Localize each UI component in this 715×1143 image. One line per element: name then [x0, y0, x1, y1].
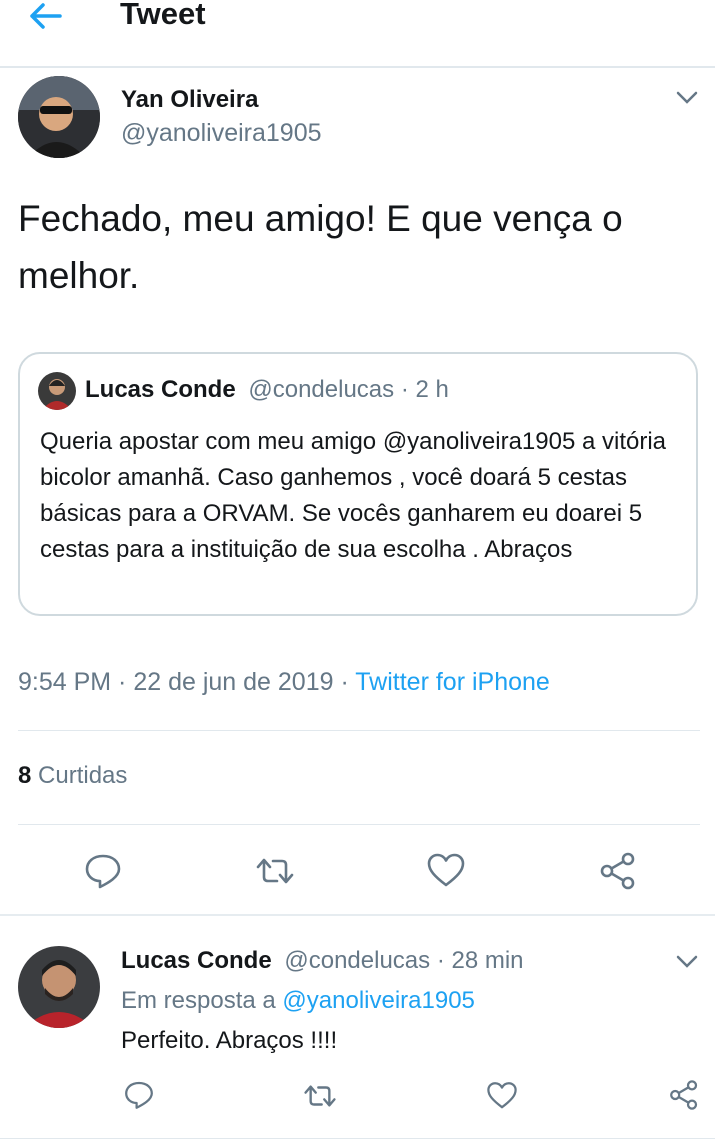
page-title: Tweet	[120, 0, 206, 31]
in-reply-to: Em resposta a @yanoliveira1905	[121, 987, 475, 1015]
author-name[interactable]: Lucas Conde	[121, 947, 272, 974]
author-handle[interactable]: @yanoliveira1905	[121, 119, 322, 148]
tweet-time: · 2 h	[394, 376, 449, 403]
tweet-time: · 28 min	[430, 947, 524, 974]
divider	[0, 914, 715, 916]
share-icon[interactable]	[668, 1079, 700, 1111]
reply-icon[interactable]	[123, 1079, 155, 1111]
author-name: Lucas Conde	[85, 376, 236, 403]
divider	[0, 1138, 715, 1139]
tweet-timestamp: 9:54 PM · 22 de jun de 2019 ·	[18, 668, 356, 696]
chevron-down-icon[interactable]	[675, 90, 699, 106]
like-icon[interactable]	[486, 1080, 518, 1112]
divider	[18, 824, 700, 825]
avatar[interactable]	[18, 76, 100, 158]
reply-text: Perfeito. Abraços !!!!	[121, 1027, 338, 1054]
tweet-source-link[interactable]: Twitter for iPhone	[355, 668, 550, 696]
reply-icon[interactable]	[83, 851, 123, 891]
retweet-icon[interactable]	[303, 1079, 337, 1113]
avatar[interactable]	[18, 946, 100, 1028]
author-handle[interactable]: @condelucas	[284, 947, 430, 974]
in-reply-handle-link[interactable]: @yanoliveira1905	[282, 987, 474, 1014]
chevron-down-icon[interactable]	[675, 954, 699, 970]
likes-row[interactable]: 8 Curtidas	[18, 762, 127, 790]
top-bar: Tweet	[0, 0, 715, 68]
share-icon[interactable]	[598, 851, 638, 891]
avatar	[38, 372, 76, 410]
divider	[18, 730, 700, 731]
retweet-icon[interactable]	[255, 851, 295, 891]
author-name[interactable]: Yan Oliveira	[121, 86, 258, 114]
likes-count: 8	[18, 762, 32, 789]
quoted-tweet-card[interactable]: Lucas Conde @condelucas · 2 h Queria apo…	[18, 352, 698, 616]
quoted-tweet-text: Queria apostar com meu amigo @yanoliveir…	[40, 428, 667, 563]
quoted-tweet-header: Lucas Conde @condelucas · 2 h	[85, 376, 449, 404]
tweet-timestamp-row: 9:54 PM · 22 de jun de 2019 · Twitter fo…	[18, 668, 550, 697]
like-icon[interactable]	[426, 851, 466, 891]
in-reply-prefix: Em resposta a	[121, 987, 283, 1014]
arrow-left-icon[interactable]	[26, 0, 66, 34]
tweet-text: Fechado, meu amigo! E que vença o melhor…	[18, 198, 623, 296]
likes-label: Curtidas	[31, 762, 128, 789]
author-handle: @condelucas	[248, 376, 395, 403]
reply-header: Lucas Conde @condelucas · 28 min	[121, 947, 524, 975]
